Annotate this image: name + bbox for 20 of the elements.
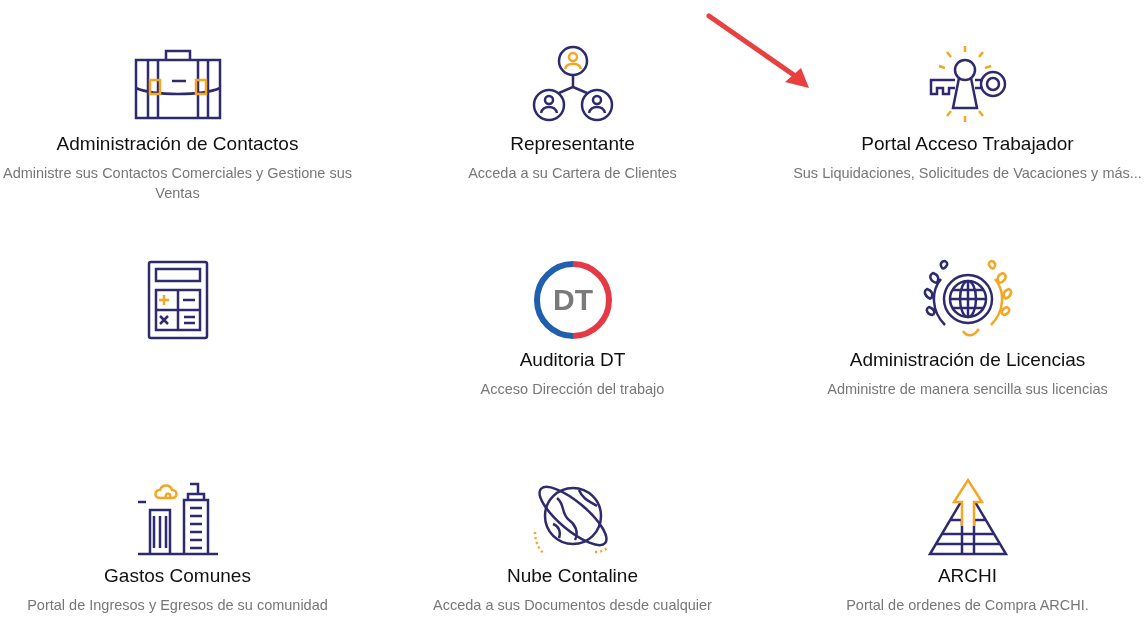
module-description: Acceso Dirección del trabajo [479,380,666,399]
module-description: Administre sus Contactos Comerciales y Gestione sus Ventas [2,164,353,203]
module-title[interactable]: Administración de Contactos [56,132,299,156]
calculator-icon[interactable] [146,260,209,340]
briefcase-icon[interactable] [133,48,222,120]
module-description: Acceda a sus Documentos desde cualquier [432,596,713,615]
people-icon[interactable] [530,45,615,123]
module-description: Acceda a su Cartera de Clientes [467,164,678,183]
module-title[interactable]: Gastos Comunes [104,564,251,588]
module-description: Portal de ordenes de Compra ARCHI. [845,596,1090,615]
module-description: Portal de Ingresos y Egresos de su comunidad [26,596,329,615]
module-description: Administre de manera sencilla sus licencias [826,380,1109,399]
module-title[interactable]: Representante [510,132,635,156]
module-description: Sus Liquidaciones, Solicitudes de Vacaciones y más... [792,164,1143,183]
module-title[interactable]: Portal Acceso Trabajador [861,132,1074,156]
module-title[interactable]: Nube Contaline [507,564,638,588]
pyramid-arrow-icon[interactable] [927,476,1008,556]
module-title[interactable]: Auditoria DT [519,348,626,372]
module-title[interactable]: ARCHI [937,564,998,588]
module-title[interactable]: Administración de Licencias [849,348,1086,372]
